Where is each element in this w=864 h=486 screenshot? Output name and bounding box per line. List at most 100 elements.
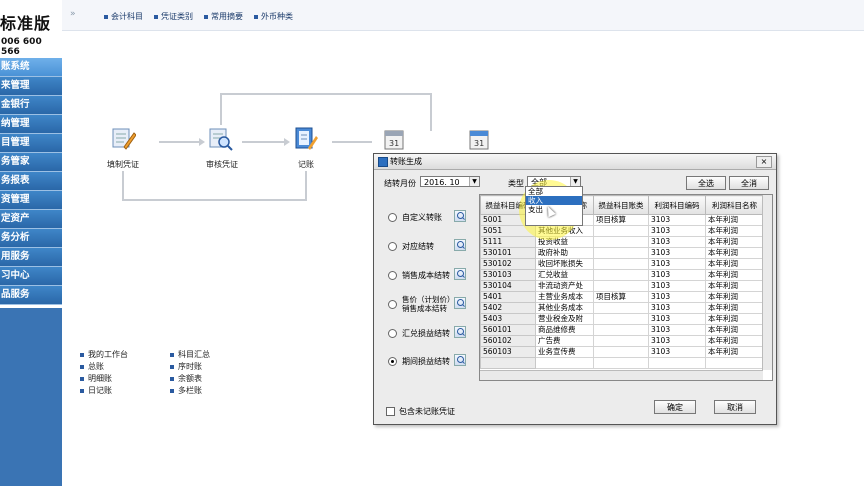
table-cell: 530104 (480, 280, 536, 292)
dialog-titlebar[interactable]: 转账生成 × (374, 154, 776, 170)
search-icon[interactable] (454, 239, 466, 251)
horizontal-scrollbar[interactable] (480, 370, 763, 380)
sidebar-item-3[interactable]: 纳管理 (0, 115, 62, 134)
voucher-audit-icon[interactable] (207, 127, 233, 151)
checkbox[interactable] (386, 407, 395, 416)
type-option[interactable]: 全部 (526, 187, 582, 196)
table-cell (593, 346, 649, 358)
table-cell (593, 335, 649, 347)
table-row[interactable]: 560101 商品维修费 3103 本年利润 (480, 324, 764, 336)
link-journal[interactable]: 日记账 (80, 385, 128, 397)
search-icon[interactable] (454, 210, 466, 222)
grid-column-header[interactable]: 利润科目编码 (648, 195, 706, 215)
table-cell: 3103 (648, 280, 706, 292)
flow-label-posting: 记账 (298, 160, 314, 169)
table-row[interactable]: 560103 业务宣传费 3103 本年利润 (480, 346, 764, 358)
link-general-ledger[interactable]: 总账 (80, 361, 128, 373)
radio-period-pl[interactable] (388, 357, 397, 366)
search-icon[interactable] (454, 297, 466, 309)
radio-planned-price[interactable] (388, 300, 397, 309)
table-row[interactable]: 5403 营业税金及附 3103 本年利润 (480, 313, 764, 325)
connector-top-left (220, 93, 222, 125)
table-cell: 5111 (480, 236, 536, 248)
table-row[interactable]: 5402 其他业务成本 3103 本年利润 (480, 302, 764, 314)
calendar-icon[interactable]: 31 (382, 127, 408, 151)
calendar-close-icon[interactable]: 31 (467, 127, 493, 151)
select-all-button[interactable]: 全选 (686, 176, 726, 190)
table-row[interactable]: 560102 广告费 3103 本年利润 (480, 335, 764, 347)
table-row[interactable]: 5051其他业务收入3103本年利润 (480, 225, 764, 237)
posting-icon[interactable] (292, 126, 318, 150)
toolbar-link-accounts[interactable]: 会计科目 (104, 11, 143, 22)
table-row[interactable] (480, 357, 764, 369)
chevron-down-icon[interactable]: ▼ (570, 177, 580, 186)
include-unposted-checkbox[interactable]: 包含未记账凭证 (386, 406, 455, 417)
link-chronological[interactable]: 序时账 (170, 361, 210, 373)
sidebar-item-1[interactable]: 来管理 (0, 77, 62, 96)
option-sales-cost[interactable]: 销售成本结转 (388, 270, 450, 281)
search-icon[interactable] (454, 326, 466, 338)
radio-exchange[interactable] (388, 329, 397, 338)
toolbar-link-voucher-types[interactable]: 凭证类别 (154, 11, 193, 22)
sidebar-item-11[interactable]: 习中心 (0, 267, 62, 286)
option-exchange[interactable]: 汇兑损益结转 (388, 328, 450, 339)
link-balance-sheet[interactable]: 余额表 (170, 373, 210, 385)
table-row[interactable]: 5111 投资收益 3103 本年利润 (480, 236, 764, 248)
close-icon[interactable]: × (756, 156, 772, 168)
sidebar-item-6[interactable]: 务报表 (0, 172, 62, 191)
sidebar-item-5[interactable]: 务管家 (0, 153, 62, 172)
sidebar-item-12[interactable]: 品服务 (0, 286, 62, 305)
table-row[interactable]: 5401 主营业务成本 项目核算 3103 本年利润 (480, 291, 764, 303)
sidebar-item-8[interactable]: 定资产 (0, 210, 62, 229)
vertical-scrollbar[interactable] (762, 195, 772, 370)
ok-button[interactable]: 确定 (654, 400, 696, 414)
radio-corresponding[interactable] (388, 242, 397, 251)
sidebar-item-9[interactable]: 务分析 (0, 229, 62, 248)
table-cell (593, 302, 649, 314)
table-cell (705, 357, 764, 369)
connector-3 (332, 141, 372, 143)
sidebar-item-10[interactable]: 用服务 (0, 248, 62, 267)
toolbar-link-common-summary[interactable]: 常用摘要 (204, 11, 243, 22)
option-corresponding[interactable]: 对应结转 (388, 241, 434, 252)
link-multi-column[interactable]: 多栏账 (170, 385, 210, 397)
clear-all-button[interactable]: 全消 (729, 176, 769, 190)
table-row[interactable]: 530104 非流动资产处 3103 本年利润 (480, 280, 764, 292)
sidebar-item-0[interactable]: 账系统 (0, 58, 62, 77)
expand-arrows-icon[interactable]: » (70, 9, 76, 19)
quick-links-col2: 科目汇总 序时账 余额表 多栏账 (170, 349, 210, 397)
radio-sales-cost[interactable] (388, 271, 397, 280)
option-period-pl[interactable]: 期间损益结转 (388, 356, 450, 367)
link-account-summary[interactable]: 科目汇总 (170, 349, 210, 361)
table-row[interactable]: 530101 政府补助 3103 本年利润 (480, 247, 764, 259)
grid-column-header[interactable]: 损益科目账类 (593, 195, 649, 215)
toolbar-link-currency[interactable]: 外币种类 (254, 11, 293, 22)
table-cell: 业务宣传费 (535, 346, 594, 358)
option-planned-price[interactable]: 售价（计划价）销售成本结转 (388, 295, 454, 313)
type-dropdown-list[interactable]: 全部 收入 支出 (525, 186, 583, 226)
cancel-button[interactable]: 取消 (714, 400, 756, 414)
type-option-selected[interactable]: 收入 (526, 196, 582, 205)
type-label: 类型 (508, 179, 524, 188)
table-cell: 530102 (480, 258, 536, 270)
sidebar-item-7[interactable]: 资管理 (0, 191, 62, 210)
search-icon[interactable] (454, 354, 466, 366)
table-cell: 3103 (648, 214, 706, 226)
link-detail-ledger[interactable]: 明细账 (80, 373, 128, 385)
table-row[interactable]: 530103 汇兑收益 3103 本年利润 (480, 269, 764, 281)
radio-custom[interactable] (388, 213, 397, 222)
voucher-entry-icon[interactable] (110, 127, 137, 151)
grid-column-header[interactable]: 利润科目名称 (705, 195, 764, 215)
table-cell: 5401 (480, 291, 536, 303)
period-select[interactable]: 2016. 10 ▼ (420, 176, 480, 187)
table-row[interactable]: 530102 收回坏账损失 3103 本年利润 (480, 258, 764, 270)
link-my-workbench[interactable]: 我的工作台 (80, 349, 128, 361)
sidebar-item-2[interactable]: 金银行 (0, 96, 62, 115)
search-icon[interactable] (454, 268, 466, 280)
table-cell: 3103 (648, 302, 706, 314)
option-label: 期间损益结转 (402, 357, 450, 366)
sidebar-item-4[interactable]: 目管理 (0, 134, 62, 153)
chevron-down-icon[interactable]: ▼ (469, 177, 479, 186)
option-custom-transfer[interactable]: 自定义转账 (388, 212, 442, 223)
table-cell: 3103 (648, 225, 706, 237)
